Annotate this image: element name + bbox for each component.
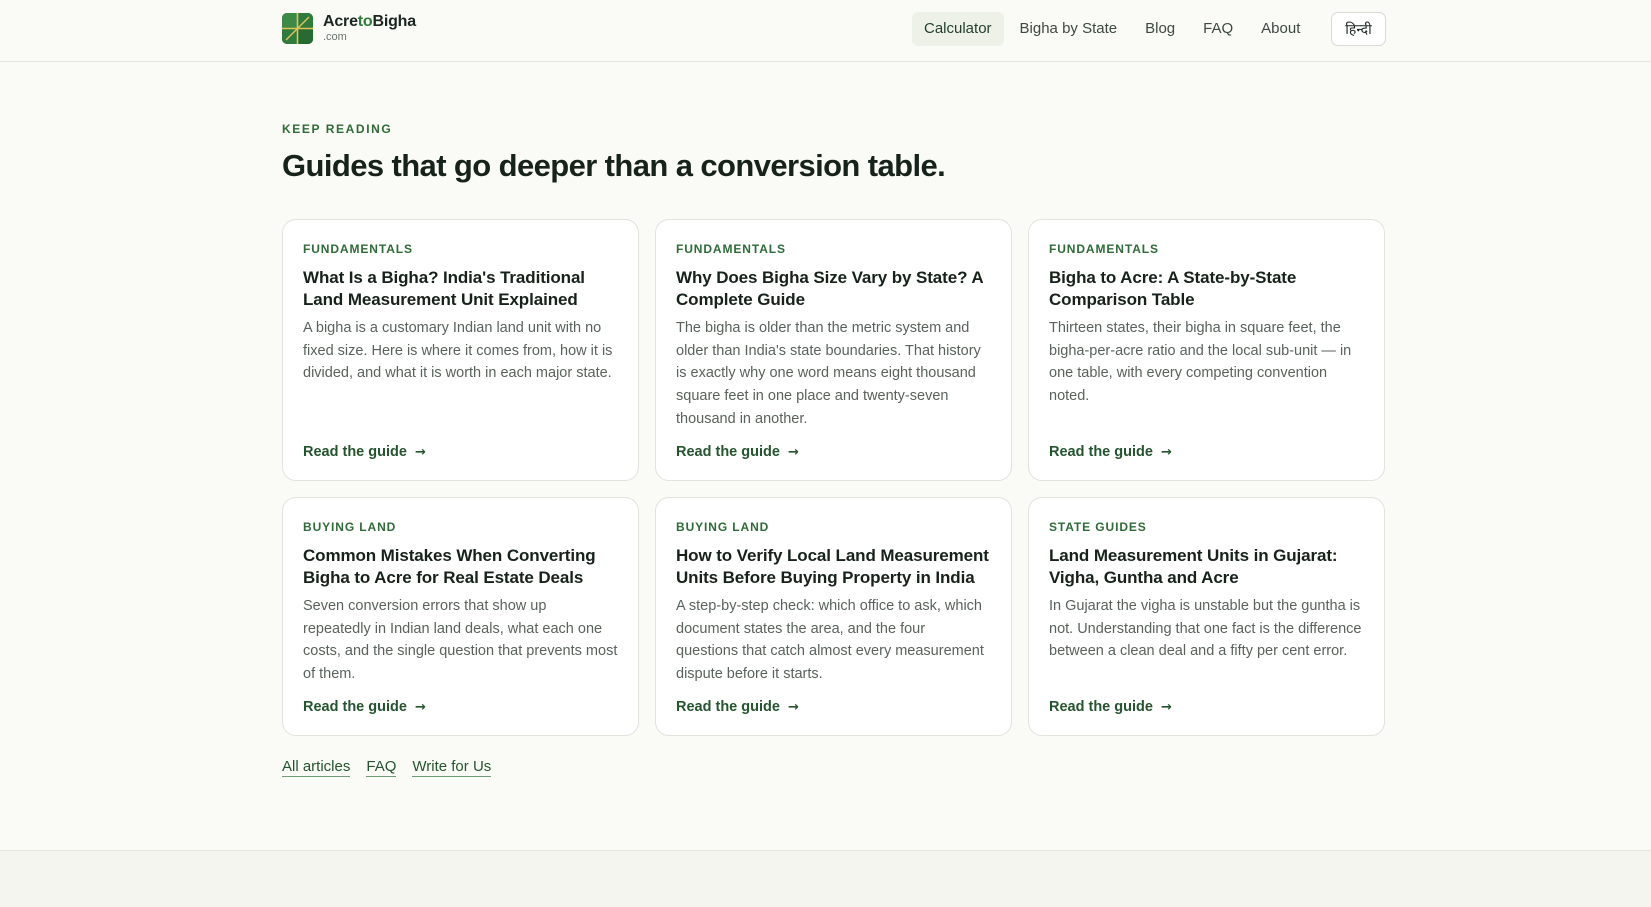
logo-icon (282, 13, 313, 44)
read-guide-link[interactable]: Read the guide → (1049, 444, 1172, 460)
arrow-right-icon: → (414, 699, 426, 715)
article-category: STATE GUIDES (1049, 520, 1147, 534)
article-category: BUYING LAND (303, 520, 397, 534)
language-toggle-button[interactable]: हिन्दी (1331, 12, 1386, 46)
article-card[interactable]: FUNDAMENTALS Bigha to Acre: A State-by-S… (1028, 219, 1385, 481)
nav-blog[interactable]: Blog (1133, 12, 1187, 46)
article-excerpt: The bigha is older than the metric syste… (676, 320, 981, 427)
article-title[interactable]: Land Measurement Units in Gujarat: Vigha… (1049, 545, 1364, 589)
main-nav: Calculator Bigha by State Blog FAQ About (912, 12, 1316, 46)
article-card[interactable]: STATE GUIDES Land Measurement Units in G… (1028, 497, 1385, 736)
article-excerpt: Thirteen states, their bigha in square f… (1049, 320, 1352, 405)
arrow-right-icon: → (1160, 699, 1172, 715)
section-headline: Guides that go deeper than a conversion … (282, 148, 946, 183)
article-card[interactable]: BUYING LAND Common Mistakes When Convert… (282, 497, 639, 736)
nav-faq[interactable]: FAQ (1191, 12, 1245, 46)
section-footer-links: All articles FAQ Write for Us (282, 758, 507, 777)
keep-reading-section: KEEP READING Guides that go deeper than … (282, 122, 1386, 184)
article-title[interactable]: Bigha to Acre: A State-by-State Comparis… (1049, 267, 1364, 311)
article-category: FUNDAMENTALS (1049, 242, 1159, 256)
arrow-right-icon: → (1160, 444, 1172, 460)
nav-about[interactable]: About (1249, 12, 1312, 46)
write-for-us-link[interactable]: Write for Us (412, 758, 492, 777)
article-category: FUNDAMENTALS (676, 242, 786, 256)
article-card[interactable]: FUNDAMENTALS What Is a Bigha? India's Tr… (282, 219, 639, 481)
logo-wordmark: AcretoBigha (323, 13, 416, 30)
article-title[interactable]: How to Verify Local Land Measurement Uni… (676, 545, 991, 589)
arrow-right-icon: → (787, 444, 799, 460)
read-guide-link[interactable]: Read the guide → (1049, 699, 1172, 715)
nav-bigha-by-state[interactable]: Bigha by State (1008, 12, 1130, 46)
logo-tld: .com (323, 31, 347, 43)
arrow-right-icon: → (414, 444, 426, 460)
article-grid: FUNDAMENTALS What Is a Bigha? India's Tr… (282, 219, 1385, 736)
article-card[interactable]: FUNDAMENTALS Why Does Bigha Size Vary by… (655, 219, 1012, 481)
site-logo[interactable]: AcretoBigha .com (282, 13, 416, 44)
article-excerpt: A step-by-step check: which office to as… (676, 598, 984, 683)
article-category: BUYING LAND (676, 520, 770, 534)
article-title[interactable]: What Is a Bigha? India's Traditional Lan… (303, 267, 618, 311)
article-excerpt: A bigha is a customary Indian land unit … (303, 320, 613, 382)
footer-band (0, 850, 1651, 907)
article-title[interactable]: Why Does Bigha Size Vary by State? A Com… (676, 267, 991, 311)
read-guide-link[interactable]: Read the guide → (676, 699, 799, 715)
nav-calculator[interactable]: Calculator (912, 12, 1004, 46)
article-category: FUNDAMENTALS (303, 242, 413, 256)
article-excerpt: Seven conversion errors that show up rep… (303, 598, 618, 683)
arrow-right-icon: → (787, 699, 799, 715)
article-title[interactable]: Common Mistakes When Converting Bigha to… (303, 545, 618, 589)
read-guide-link[interactable]: Read the guide → (303, 444, 426, 460)
faq-link[interactable]: FAQ (366, 758, 397, 777)
article-excerpt: In Gujarat the vigha is unstable but the… (1049, 598, 1362, 660)
section-eyebrow: KEEP READING (282, 122, 393, 136)
read-guide-link[interactable]: Read the guide → (676, 444, 799, 460)
read-guide-link[interactable]: Read the guide → (303, 699, 426, 715)
all-articles-link[interactable]: All articles (282, 758, 351, 777)
article-card[interactable]: BUYING LAND How to Verify Local Land Mea… (655, 497, 1012, 736)
site-header: AcretoBigha .com Calculator Bigha by Sta… (0, 0, 1651, 62)
